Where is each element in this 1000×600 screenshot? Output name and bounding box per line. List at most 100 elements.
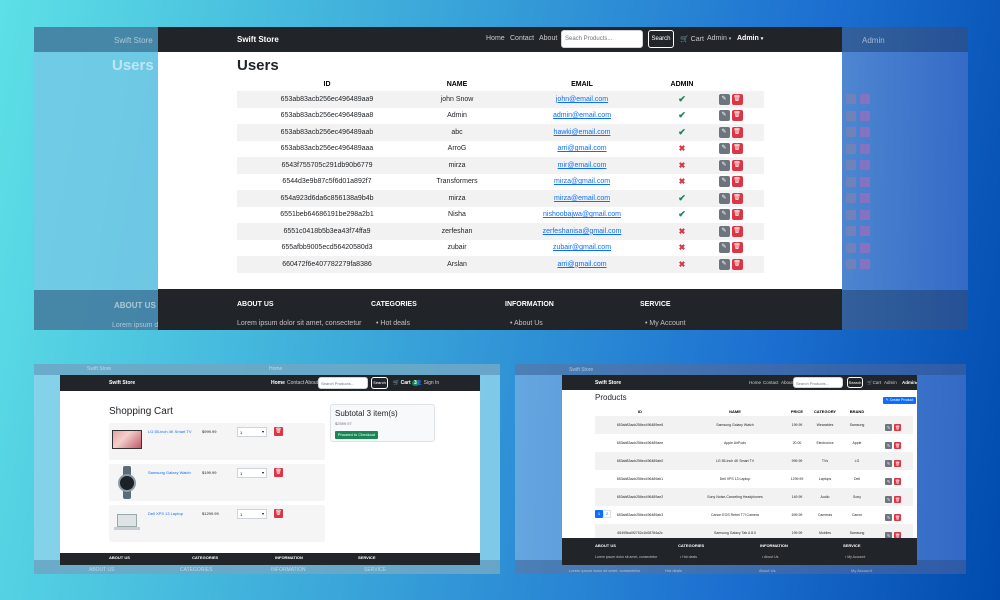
nav-admin-dropdown[interactable]: Admin ▾: [707, 35, 731, 42]
delete-user-button[interactable]: 🗑: [731, 225, 743, 237]
nav-about[interactable]: About: [305, 380, 318, 386]
delete-user-button[interactable]: 🗑: [731, 93, 743, 105]
delete-product-button[interactable]: 🗑: [894, 460, 901, 467]
edit-user-button[interactable]: ✎: [718, 209, 730, 221]
nav-admin-dropdown[interactable]: Admin: [884, 380, 897, 385]
delete-product-button[interactable]: 🗑: [894, 442, 901, 449]
user-email-link[interactable]: mirza@gmail.com: [554, 178, 610, 185]
quantity-select[interactable]: 1 ▾: [237, 468, 267, 478]
edit-user-button[interactable]: ✎: [718, 225, 730, 237]
delete-product-button[interactable]: 🗑: [894, 478, 901, 485]
quantity-select[interactable]: 1 ▾: [237, 509, 267, 519]
footer-information-item[interactable]: • About Us: [762, 555, 778, 559]
nav-cart[interactable]: 🛒 Cart 3: [393, 380, 419, 386]
delete-product-button[interactable]: 🗑: [894, 496, 901, 503]
footer-service-link[interactable]: My Account: [649, 320, 685, 327]
col-actions: [873, 407, 913, 416]
edit-user-button[interactable]: ✎: [718, 192, 730, 204]
cart-item-name[interactable]: Dell XPS 13 Laptop: [148, 511, 183, 516]
nav-user-dropdown[interactable]: Admin ▾: [737, 35, 763, 42]
delete-user-button[interactable]: 🗑: [731, 242, 743, 254]
nav-signin[interactable]: 👤 Sign In: [416, 380, 439, 386]
delete-user-button[interactable]: 🗑: [731, 159, 743, 171]
edit-product-button[interactable]: ✎: [885, 496, 892, 503]
user-email-link[interactable]: arri@gmail.com: [557, 261, 606, 268]
brand-logo[interactable]: Swift Store: [109, 380, 135, 386]
delete-user-button[interactable]: 🗑: [731, 126, 743, 138]
footer-service-item[interactable]: • My Account: [645, 320, 686, 327]
nav-cart[interactable]: 🛒Cart: [867, 380, 881, 386]
footer-categories-item[interactable]: • Hot deals: [376, 320, 410, 327]
edit-user-button[interactable]: ✎: [718, 176, 730, 188]
nav-contact[interactable]: Contact: [510, 35, 534, 42]
delete-product-button[interactable]: 🗑: [894, 514, 901, 521]
user-email-link[interactable]: hawki@email.com: [554, 129, 611, 136]
checkout-button[interactable]: Proceed to Checkout: [335, 431, 378, 439]
edit-user-button[interactable]: ✎: [718, 143, 730, 155]
cart-item-name[interactable]: Samsung Galaxy Watch: [148, 470, 191, 475]
delete-user-button[interactable]: 🗑: [731, 192, 743, 204]
remove-item-button[interactable]: 🗑: [274, 427, 283, 436]
nav-user-dropdown[interactable]: Admin▾: [902, 380, 917, 385]
search-input[interactable]: Search Products...: [318, 377, 368, 389]
quantity-select[interactable]: 1 ▾: [237, 427, 267, 437]
footer-categories-link[interactable]: Hot deals: [682, 555, 697, 559]
footer-information-link[interactable]: About Us: [514, 320, 543, 327]
edit-user-button[interactable]: ✎: [718, 110, 730, 122]
nav-home[interactable]: Home: [486, 35, 505, 42]
footer-service-link[interactable]: My Account: [847, 555, 865, 559]
delete-user-button[interactable]: 🗑: [731, 209, 743, 221]
user-email-link[interactable]: mirza@email.com: [554, 195, 610, 202]
nav-contact[interactable]: Contact: [287, 380, 304, 386]
user-email-link[interactable]: john@email.com: [556, 96, 608, 103]
edit-user-button[interactable]: ✎: [718, 258, 730, 270]
delete-user-button[interactable]: 🗑: [731, 258, 743, 270]
user-email-link[interactable]: nishoobajwa@gmail.com: [543, 211, 621, 218]
search-input[interactable]: Seach Products...: [561, 30, 643, 48]
delete-product-button[interactable]: 🗑: [894, 424, 901, 431]
footer-categories-item[interactable]: • Hot deals: [680, 555, 697, 559]
edit-product-button[interactable]: ✎: [885, 460, 892, 467]
edit-product-button[interactable]: ✎: [885, 424, 892, 431]
brand-logo[interactable]: Swift Store: [595, 380, 621, 386]
user-email-link[interactable]: arri@gmail.com: [557, 145, 606, 152]
nav-about[interactable]: About: [781, 380, 793, 385]
delete-user-button[interactable]: 🗑: [731, 176, 743, 188]
nav-home[interactable]: Home: [749, 380, 761, 385]
edit-user-button[interactable]: ✎: [718, 242, 730, 254]
nav-about[interactable]: About: [539, 35, 557, 42]
nav-cart[interactable]: 🛒 Cart: [680, 35, 704, 43]
search-button[interactable]: Search: [648, 30, 674, 48]
footer-information-item[interactable]: • About Us: [510, 320, 543, 327]
footer-information-link[interactable]: About Us: [764, 555, 778, 559]
nav-contact[interactable]: Contact: [763, 380, 779, 385]
search-input[interactable]: Search Products...: [793, 377, 843, 388]
edit-product-button[interactable]: ✎: [885, 478, 892, 485]
remove-item-button[interactable]: 🗑: [274, 509, 283, 518]
delete-user-button[interactable]: 🗑: [731, 110, 743, 122]
page-1-button[interactable]: 1: [595, 510, 603, 518]
brand-logo[interactable]: Swift Store: [237, 35, 279, 44]
edit-product-button[interactable]: ✎: [885, 514, 892, 521]
edit-user-button[interactable]: ✎: [718, 93, 730, 105]
delete-user-button[interactable]: 🗑: [731, 143, 743, 155]
user-admin-cell: ✖: [667, 256, 697, 273]
user-email-link[interactable]: zerfeshanisa@gmail.com: [543, 228, 622, 235]
ghost-about: ABOUT US: [114, 301, 156, 310]
user-email-link[interactable]: admin@email.com: [553, 112, 611, 119]
search-button[interactable]: Search: [847, 377, 863, 388]
cart-item-name[interactable]: LG 55-inch 4K Smart TV: [148, 429, 192, 434]
user-actions-cell: ✎ 🗑: [697, 240, 764, 257]
edit-product-button[interactable]: ✎: [885, 442, 892, 449]
nav-home[interactable]: Home: [271, 380, 285, 386]
create-product-button[interactable]: ✎ Create Product: [883, 397, 916, 404]
page-2-button[interactable]: 2: [603, 510, 611, 518]
search-button[interactable]: Search: [371, 377, 388, 389]
remove-item-button[interactable]: 🗑: [274, 468, 283, 477]
footer-categories-link[interactable]: Hot deals: [380, 320, 410, 327]
edit-user-button[interactable]: ✎: [718, 159, 730, 171]
user-email-link[interactable]: zubair@gmail.com: [553, 244, 611, 251]
edit-user-button[interactable]: ✎: [718, 126, 730, 138]
user-email-link[interactable]: mir@email.com: [558, 162, 607, 169]
footer-service-item[interactable]: • My Account: [845, 555, 865, 559]
